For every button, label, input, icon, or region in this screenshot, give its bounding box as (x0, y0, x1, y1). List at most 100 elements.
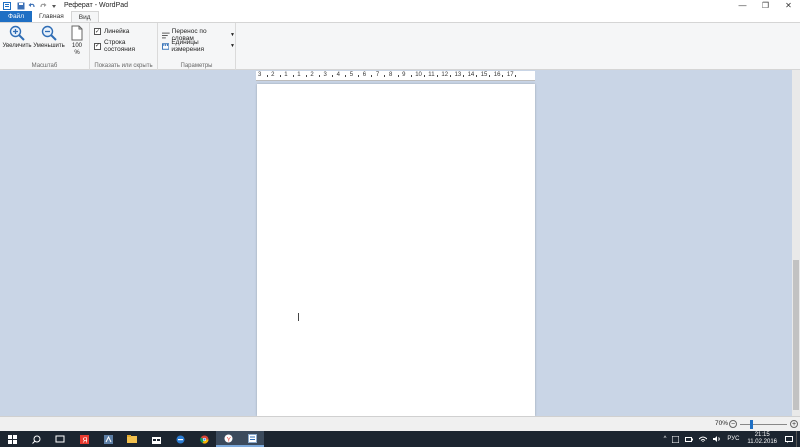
zoom-in-icon (9, 25, 25, 41)
ruler-number: 3 (323, 72, 327, 78)
ruler-tick (502, 75, 504, 77)
chevron-up-icon[interactable]: ^ (661, 436, 670, 442)
statusbar-checkbox-row[interactable]: ✓ Строка состояния (94, 39, 157, 53)
undo-icon[interactable] (27, 1, 36, 10)
ruler-tick (515, 75, 517, 77)
tab-view[interactable]: Вид (70, 11, 99, 22)
system-tray: ^ РУС 21:15 11.02.2016 (661, 431, 800, 447)
volume-icon[interactable] (710, 436, 724, 442)
redo-icon[interactable] (38, 1, 47, 10)
show-desktop-button[interactable] (796, 431, 800, 447)
ruler-number: 8 (389, 72, 393, 78)
ruler-number: 14 (467, 72, 475, 78)
battery-icon[interactable] (682, 436, 696, 442)
ruler-number: 15 (480, 72, 488, 78)
ruler-checkbox-row[interactable]: ✓ Линейка (94, 28, 129, 35)
ruler-number: 4 (336, 72, 340, 78)
clock[interactable]: 21:15 11.02.2016 (742, 432, 782, 446)
yandex-browser-icon[interactable]: Y (216, 431, 240, 447)
text-cursor (298, 313, 299, 321)
store-icon[interactable] (144, 431, 168, 447)
svg-text:Y: Y (226, 436, 231, 443)
ruler-tick (371, 75, 373, 77)
save-icon[interactable] (16, 1, 25, 10)
ruler-tick (292, 75, 294, 77)
ruler-number: 2 (271, 72, 275, 78)
ruler-number: 12 (441, 72, 449, 78)
params-group: Перенос по словам ▼ Единицы измерения ▼ … (158, 23, 236, 70)
units-dropdown[interactable]: Единицы измерения ▼ (162, 39, 235, 53)
restore-button[interactable]: ❐ (754, 0, 777, 11)
ruler-tick (423, 75, 425, 77)
ruler-tick (410, 75, 412, 77)
minimize-button[interactable]: — (731, 0, 754, 11)
ruler-number: 6 (362, 72, 367, 78)
ruler-checkbox[interactable]: ✓ (94, 28, 101, 35)
ruler-tick (476, 75, 478, 77)
ruler-tick (489, 75, 491, 77)
ruler-number: 2 (310, 72, 314, 78)
zoom-slider-thumb[interactable] (750, 420, 754, 429)
ruler-tick (332, 75, 334, 77)
page-icon (71, 25, 83, 41)
zoom-slider-track[interactable] (740, 424, 787, 425)
ruler-tick (266, 75, 268, 77)
language-indicator[interactable]: РУС (724, 436, 742, 442)
svg-text:Я: Я (82, 437, 87, 444)
show-hide-group: ✓ Линейка ✓ Строка состояния Показать ил… (90, 23, 158, 70)
edge-browser-icon[interactable] (168, 431, 192, 447)
wordpad-taskbar-icon[interactable] (240, 431, 264, 447)
zoom-group: Увеличить Уменьшить 100 % Масштаб (0, 23, 90, 70)
zoom-out-label: Уменьшить (33, 43, 65, 49)
ruler-number: 7 (375, 72, 380, 78)
search-icon[interactable] (24, 431, 48, 447)
ruler-number: 13 (454, 72, 462, 78)
ruler-number: 1 (284, 72, 288, 78)
zoom-out-icon (41, 25, 57, 41)
ruler-checkbox-label: Линейка (104, 28, 130, 35)
zoom-in-small-button[interactable]: + (790, 420, 798, 428)
zoom-out-small-button[interactable]: − (729, 420, 737, 428)
ruler-tick (384, 75, 386, 77)
yandex-taskbar-icon[interactable]: Я (72, 431, 96, 447)
customize-quick-access-icon[interactable] (49, 1, 58, 10)
task-view-icon[interactable] (48, 431, 72, 447)
title-bar: Реферат - WordPad — ❐ ✕ (0, 0, 800, 11)
tab-home[interactable]: Главная (32, 11, 71, 22)
ruler-number: 17 (506, 72, 514, 78)
ruler-tick (345, 75, 347, 77)
network-icon[interactable] (696, 436, 710, 442)
zoom-100-label: 100 % (71, 43, 82, 56)
ruler-number: 3 (258, 72, 262, 78)
status-bar: 70% − + (0, 416, 800, 431)
tab-file[interactable]: Файл (0, 11, 32, 22)
close-button[interactable]: ✕ (777, 0, 800, 11)
zoom-100-button[interactable]: 100 % (67, 25, 87, 57)
ruler-tick (358, 75, 360, 77)
start-button[interactable] (0, 431, 24, 447)
ruler-tick (449, 75, 451, 77)
chrome-browser-icon[interactable] (192, 431, 216, 447)
ruler-tick (463, 75, 465, 77)
ruler-units-icon (162, 42, 170, 50)
document-page[interactable] (257, 84, 535, 416)
scrollbar-thumb[interactable] (793, 260, 799, 410)
word-wrap-icon (162, 32, 170, 38)
ruler-number: 11 (428, 72, 435, 78)
ribbon: Увеличить Уменьшить 100 % Масштаб ✓ Лине… (0, 22, 800, 70)
statusbar-checkbox[interactable]: ✓ (94, 42, 101, 50)
units-label: Единицы измерения (171, 39, 204, 53)
ribbon-tabs: Файл Главная Вид (0, 11, 800, 22)
horizontal-ruler[interactable]: 3 2 1 1 2 3 4 5 6 7 8 9 10 11 12 13 14 15 16 17 (256, 71, 535, 81)
zoom-out-button[interactable]: Уменьшить (33, 25, 65, 49)
ruler-number: 10 (415, 72, 422, 78)
app-tray-icon[interactable] (669, 435, 682, 443)
window-title: Реферат - WordPad (64, 2, 129, 9)
notifications-icon[interactable] (782, 435, 796, 443)
wordpad-app-icon[interactable] (2, 1, 11, 10)
vertical-scrollbar[interactable] (792, 70, 800, 416)
windows-logo-icon (7, 434, 17, 444)
app-taskbar-icon[interactable] (96, 431, 120, 447)
file-explorer-icon[interactable] (120, 431, 144, 447)
zoom-in-button[interactable]: Увеличить (3, 25, 31, 49)
